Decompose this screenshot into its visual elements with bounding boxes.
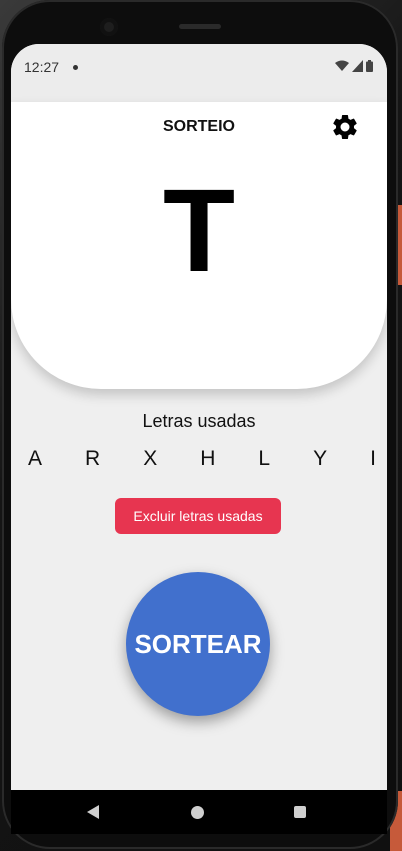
edge-accent bbox=[398, 205, 402, 285]
used-letter: A bbox=[28, 447, 43, 470]
used-letter: I bbox=[370, 447, 376, 470]
status-bar: 12:27 bbox=[11, 44, 387, 102]
used-letters-title: Letras usadas bbox=[142, 411, 256, 431]
recents-square-icon[interactable] bbox=[294, 806, 306, 818]
draw-button[interactable]: SORTEAR bbox=[126, 572, 270, 716]
used-letter: L bbox=[258, 447, 271, 470]
app-screen: 12:27 SORTEIO T Letras usadas A R X H L … bbox=[11, 44, 387, 834]
wifi-icon bbox=[335, 60, 349, 71]
signal-icon bbox=[352, 60, 363, 72]
result-card: SORTEIO T bbox=[11, 102, 387, 389]
used-letter: X bbox=[143, 447, 158, 470]
used-letter: H bbox=[200, 447, 216, 470]
system-nav-bar bbox=[11, 790, 387, 834]
exclude-used-letters-button[interactable]: Excluir letras usadas bbox=[115, 498, 281, 534]
back-triangle-icon[interactable] bbox=[87, 805, 99, 819]
front-camera bbox=[100, 18, 118, 36]
used-letter: Y bbox=[313, 447, 328, 470]
drawn-letter: T bbox=[162, 165, 236, 297]
status-icons bbox=[335, 60, 373, 72]
earpiece-speaker bbox=[179, 24, 221, 29]
used-letters-list: A R X H L Y I bbox=[28, 447, 376, 471]
gear-icon[interactable] bbox=[330, 112, 360, 142]
battery-icon bbox=[366, 60, 373, 72]
status-time: 12:27 bbox=[24, 59, 60, 75]
notification-dot-icon bbox=[73, 65, 78, 70]
used-letter: R bbox=[85, 447, 101, 470]
home-circle-icon[interactable] bbox=[191, 806, 204, 819]
